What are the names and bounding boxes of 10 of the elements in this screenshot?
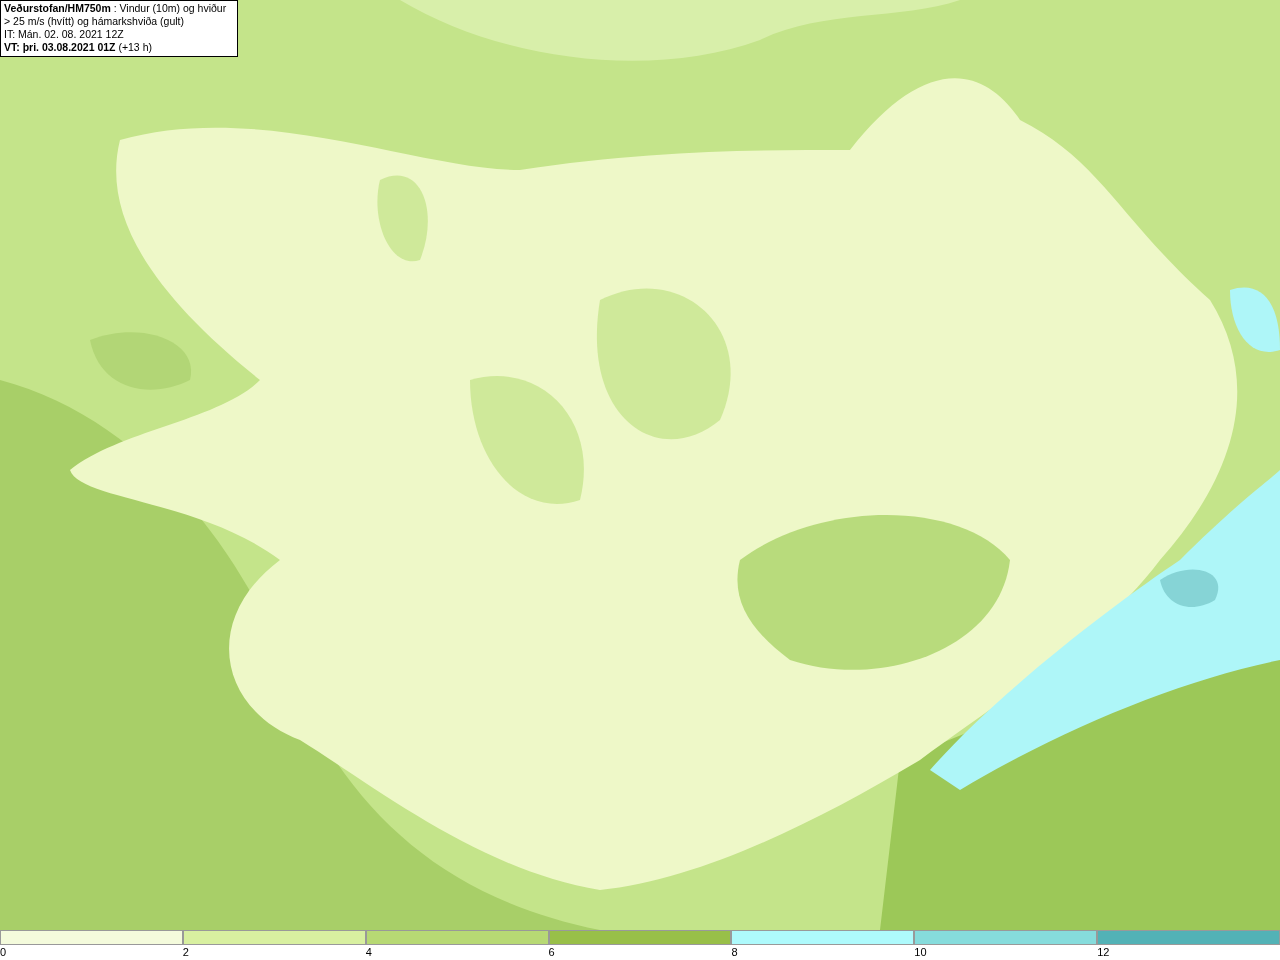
legend-tick-label: 8: [731, 945, 738, 959]
legend-tick-label: 0: [0, 945, 7, 959]
legend-tick-label: 10: [914, 945, 927, 959]
legend-tick-label: 6: [548, 945, 555, 959]
issue-time: IT: Mán. 02. 08. 2021 12Z: [4, 28, 124, 40]
legend-tick-label: 12: [1097, 945, 1110, 959]
map-heading: Veðurstofan/HM750m : Vindur (10m) og hviður > 25 m/s (hvítt) og hámarkshviða (gult): [4, 2, 227, 27]
legend-tick-label: 4: [365, 945, 372, 959]
legend-tick-label: 2: [182, 945, 189, 959]
valid-time: VT: þri. 03.08.2021 01Z (+13 h): [4, 41, 152, 53]
